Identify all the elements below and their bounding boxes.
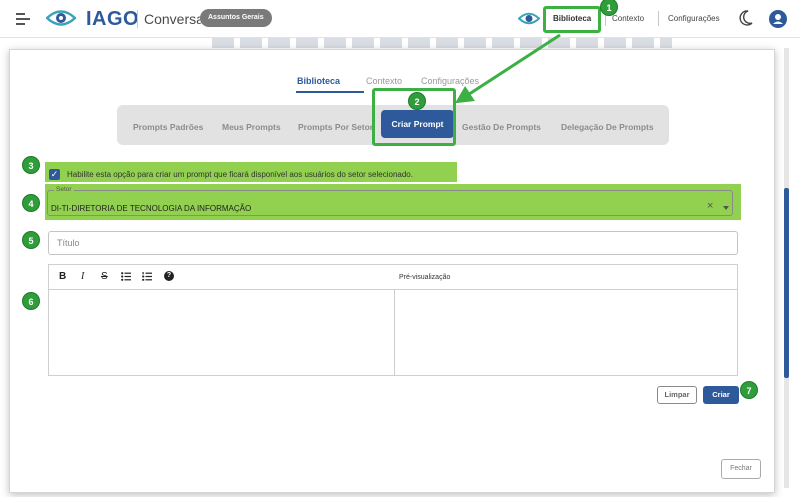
callout-arrow: [454, 33, 561, 104]
callout-badge-3: 3: [22, 156, 40, 174]
callout-badge-6: 6: [22, 292, 40, 310]
callout-badge-2: 2: [408, 92, 426, 110]
callout-badge-4: 4: [22, 194, 40, 212]
callout-badge-7: 7: [740, 381, 758, 399]
callout-badge-5: 5: [22, 231, 40, 249]
